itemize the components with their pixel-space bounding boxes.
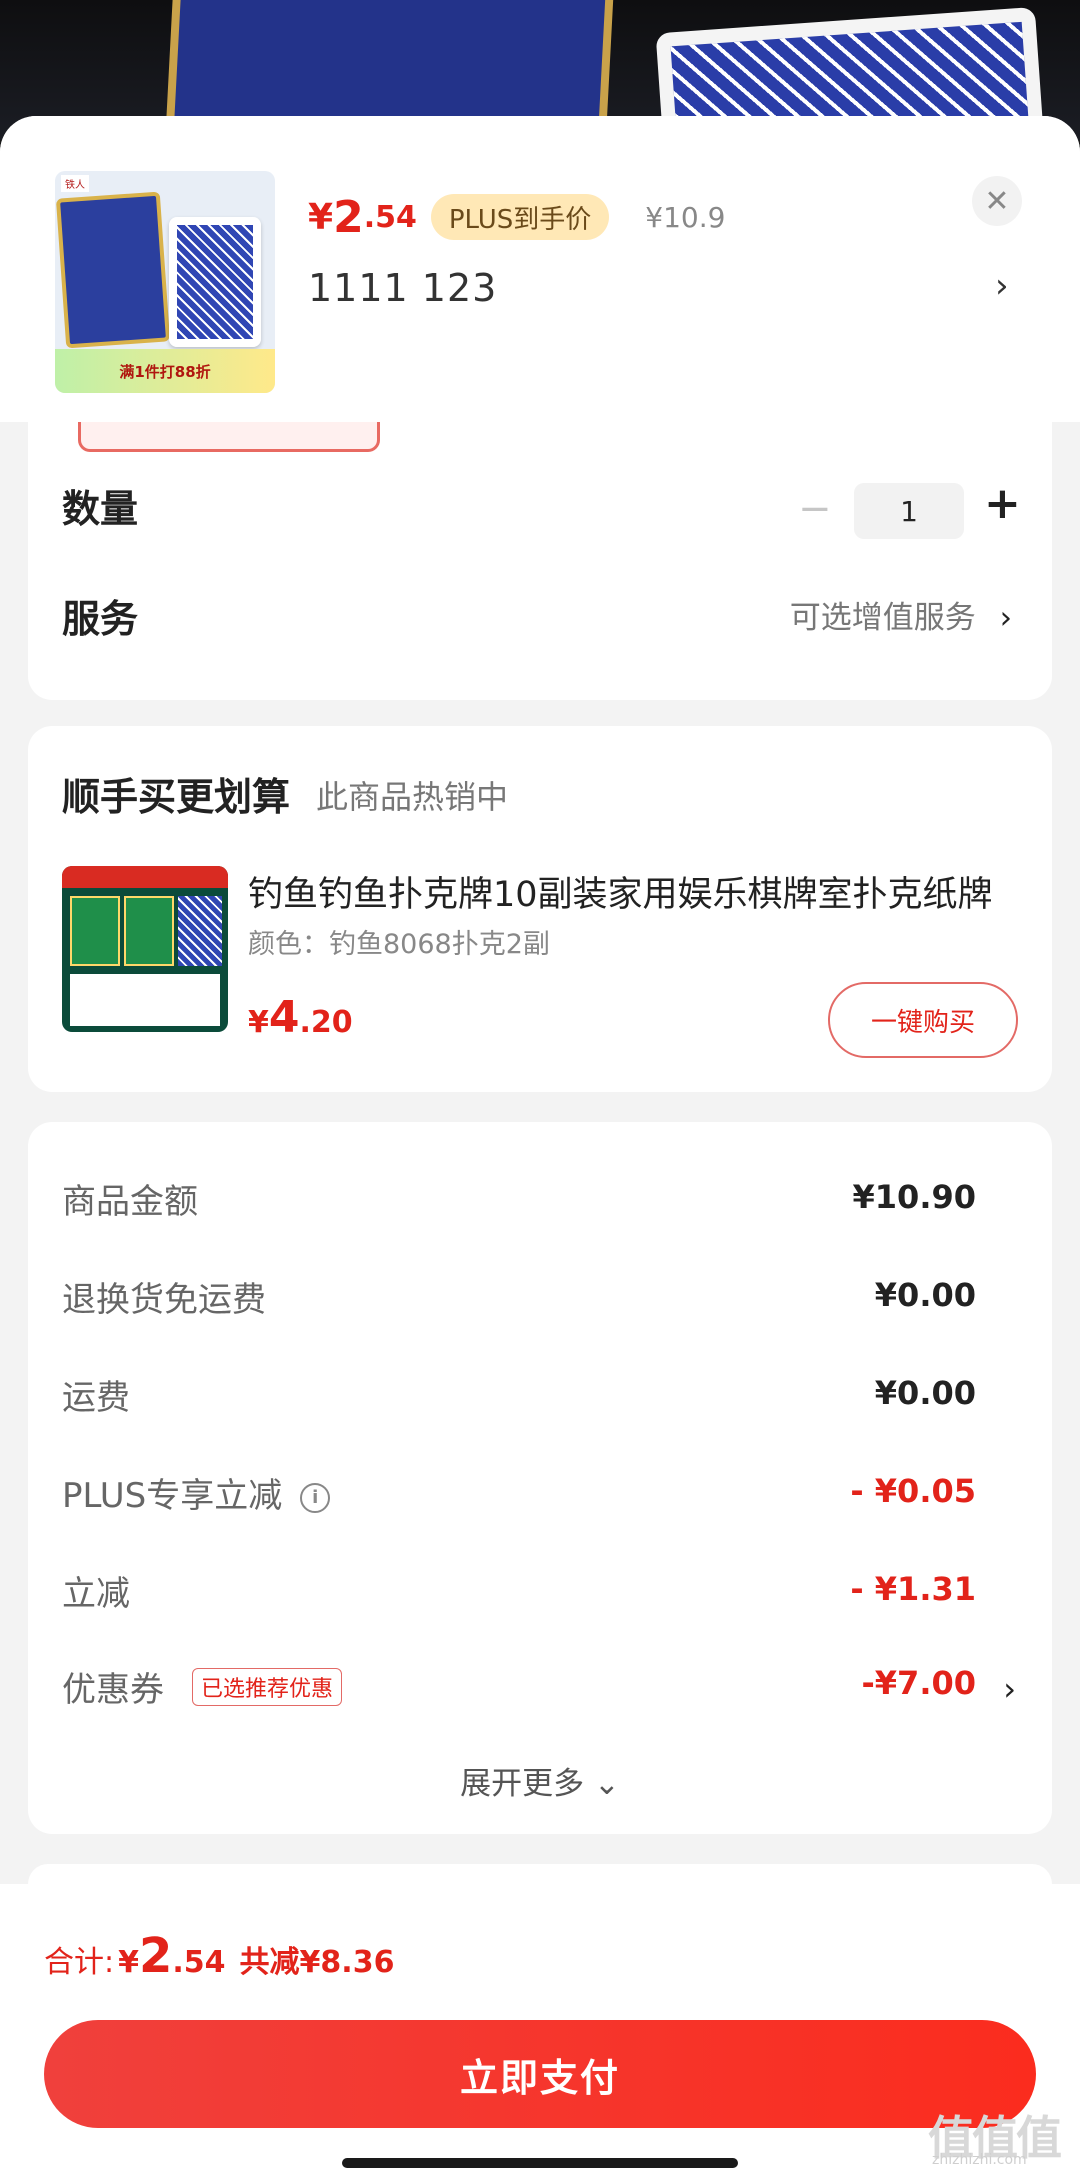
total-saved: 共减¥8.36 <box>239 1945 395 1980</box>
fee-label-return-shipping: 退换货免运费 <box>62 1280 266 1320</box>
original-price: ¥10.9 <box>645 200 726 234</box>
recommend-card: 顺手买更划算 此商品热销中 钓鱼钓鱼扑克牌10副装家用娱乐棋牌室扑克纸牌 颜色：… <box>28 726 1052 1092</box>
service-value: 可选增值服务 <box>789 600 976 636</box>
coupon-recommended-tag: 已选推荐优惠 <box>192 1668 343 1706</box>
pay-now-button[interactable]: 立即支付 <box>44 2020 1036 2128</box>
fee-value-return-shipping: ¥0.00 <box>874 1276 976 1314</box>
fee-label-plus-discount: PLUS专享立减 i <box>62 1468 331 1517</box>
chevron-right-icon: › <box>999 600 1012 636</box>
thumb-promo-banner: 满1件打88折 <box>55 349 275 393</box>
price-decimal: .54 <box>363 199 417 235</box>
price-currency: ¥ <box>248 1005 269 1040</box>
fee-label-coupon: 优惠券 <box>62 1670 164 1710</box>
checkout-bottom-bar: 合计: ¥ 2 .54 共减¥8.36 立即支付 值值值 zhizhizhi.c… <box>0 1884 1080 2184</box>
thumb-deck <box>169 217 261 347</box>
fee-value-shipping: ¥0.00 <box>874 1374 976 1412</box>
price-breakdown-card: 商品金额 ¥10.90 退换货免运费 ¥0.00 运费 ¥0.00 PLUS专享… <box>28 1122 1052 1834</box>
plus-discount-text: PLUS专享立减 <box>62 1476 283 1516</box>
fee-label-goods: 商品金额 <box>62 1182 198 1222</box>
total-integer: 2 <box>138 1928 173 1984</box>
total-currency: ¥ <box>118 1945 139 1980</box>
price-integer: 2 <box>333 191 364 243</box>
total-label: 合计: <box>44 1945 115 1980</box>
recommend-item-color: 颜色：钓鱼8068扑克2副 <box>248 929 550 960</box>
product-header: 铁人 满1件打88折 ¥ 2 .54 PLUS到手价 ¥10.9 ✕ 1111 … <box>0 116 1080 422</box>
price-row: ¥ 2 .54 PLUS到手价 ¥10.9 <box>308 182 725 252</box>
order-total: 合计: ¥ 2 .54 共减¥8.36 <box>44 1928 394 1984</box>
thumb-box-1 <box>70 896 120 966</box>
close-icon: ✕ <box>984 183 1010 219</box>
plus-price-badge: PLUS到手价 <box>430 194 610 240</box>
one-click-buy-button[interactable]: 一键购买 <box>828 982 1018 1058</box>
home-indicator[interactable] <box>342 2158 738 2168</box>
recommend-item-title[interactable]: 钓鱼钓鱼扑克牌10副装家用娱乐棋牌室扑克纸牌 <box>248 866 1028 917</box>
recommend-subtitle: 此商品热销中 <box>316 778 509 816</box>
recommend-item-price: ¥ 4 .20 <box>248 992 353 1043</box>
expand-more-button[interactable]: 展开更多 ⌄ <box>28 1758 1052 1803</box>
fee-value-goods: ¥10.90 <box>852 1178 976 1216</box>
price-integer: 4 <box>268 992 300 1043</box>
service-selector[interactable]: 可选增值服务 › <box>790 592 1012 637</box>
quantity-minus-button[interactable]: − <box>798 486 832 532</box>
recommend-item-thumbnail[interactable] <box>62 866 228 1032</box>
thumb-brand-tag: 铁人 <box>61 175 89 192</box>
fee-value-coupon[interactable]: -¥7.00 <box>862 1664 977 1702</box>
thumb-red-bar <box>62 866 228 888</box>
total-decimal: .54 <box>172 1945 226 1980</box>
fee-label-shipping: 运费 <box>62 1378 130 1418</box>
thumb-box-2 <box>124 896 174 966</box>
fee-value-plus-discount: - ¥0.05 <box>850 1472 976 1510</box>
info-icon[interactable]: i <box>300 1482 331 1513</box>
thumb-box <box>55 191 171 349</box>
checkout-sheet: 铁人 满1件打88折 ¥ 2 .54 PLUS到手价 ¥10.9 ✕ 1111 … <box>0 116 1080 2184</box>
fee-value-instant-discount: - ¥1.31 <box>850 1570 976 1608</box>
thumb-cards <box>70 974 220 1026</box>
product-thumbnail[interactable]: 铁人 满1件打88折 <box>55 171 275 393</box>
quantity-plus-button[interactable]: + <box>984 478 1021 529</box>
close-button[interactable]: ✕ <box>972 176 1022 226</box>
chevron-right-icon[interactable]: › <box>995 266 1009 306</box>
selected-variant[interactable]: 1111 123 <box>308 266 497 310</box>
fee-label-instant-discount: 立减 <box>62 1574 130 1614</box>
quantity-input[interactable]: 1 <box>854 483 964 539</box>
recommend-title: 顺手买更划算 <box>62 775 291 819</box>
thumb-card-back <box>178 896 222 966</box>
chevron-right-icon[interactable]: › <box>1003 1670 1016 1708</box>
site-watermark-url: zhizhizhi.com <box>932 2152 1027 2168</box>
price-decimal: .20 <box>299 1005 353 1040</box>
quantity-label: 数量 <box>62 487 139 531</box>
price-currency: ¥ <box>308 196 334 238</box>
service-label: 服务 <box>62 597 139 641</box>
